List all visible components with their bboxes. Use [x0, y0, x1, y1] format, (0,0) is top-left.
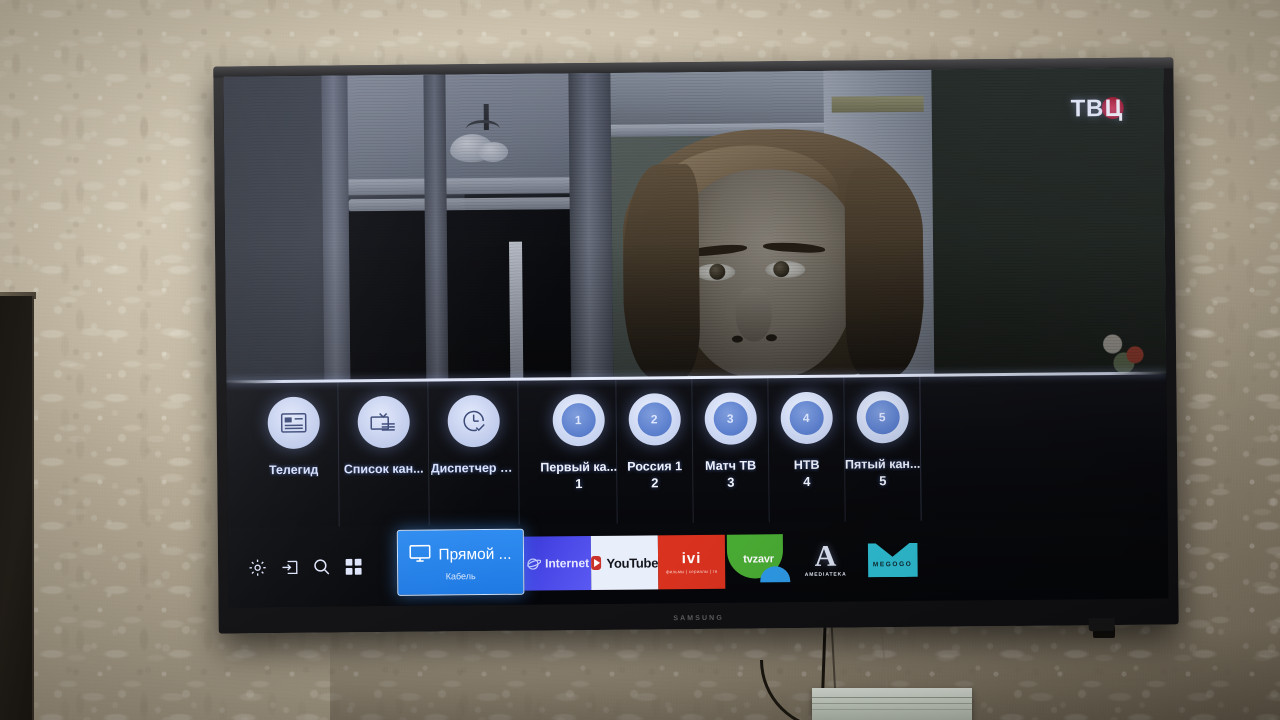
tv-brand-logo: SAMSUNG: [673, 614, 724, 623]
app-tile-ivi[interactable]: ivi фильмы | сериалы | тв: [657, 534, 726, 590]
menu-left-gap: [226, 383, 249, 527]
smart-hub-app-bar: Прямой ... Кабель Internet YouTube ivi ф…: [227, 518, 1169, 608]
megogo-logo-mark: MEGOGO: [867, 543, 917, 577]
video-scanlines: [223, 67, 1167, 383]
channel-name: Пятый кан...: [844, 456, 921, 472]
app-tile-label: AMEDIATEKA: [804, 571, 847, 578]
television: SAMSUNG ТВ Ц Телегид Список кан... Диспе…: [213, 57, 1179, 634]
channel-name: Первый ка...: [540, 459, 618, 475]
channel-badge-icon: 5: [855, 390, 909, 444]
app-tile-label: tvzavr: [743, 553, 774, 566]
tv-screen: ТВ Ц Телегид Список кан... Диспетчер ра.…: [223, 67, 1169, 608]
tv-monitor-icon: [409, 544, 431, 567]
app-tile-list: Прямой ... Кабель Internet YouTube ivi ф…: [396, 521, 927, 606]
app-tile-label: Internet: [545, 556, 590, 571]
channel-badge-number: 5: [865, 400, 900, 435]
channel-tile-5[interactable]: 5 Пятый кан... 5: [844, 376, 922, 522]
globe-icon: [526, 556, 542, 571]
channel-number: 3: [727, 474, 735, 490]
app-tile-subtitle: Кабель: [445, 570, 476, 581]
app-tile-internet[interactable]: Internet: [523, 536, 592, 591]
channel-badge-number: 2: [637, 402, 672, 437]
tv-stand-foot: [1088, 617, 1115, 632]
channel-badge-number: 4: [789, 400, 824, 436]
channel-tile-4[interactable]: 4 НТВ 4: [768, 377, 846, 523]
channel-tile-1[interactable]: 1 Первый ка... 1: [540, 379, 618, 525]
youtube-play-icon: [591, 555, 602, 571]
app-tile-title: Прямой ...: [438, 545, 512, 564]
channel-badge-icon: 2: [627, 393, 681, 446]
channel-tile-2[interactable]: 2 Россия 1 2: [616, 379, 694, 524]
selection-caret-icon: [454, 594, 467, 596]
channel-badge-icon: 4: [779, 391, 833, 445]
channel-name: НТВ: [793, 457, 820, 473]
app-tile-live-tv-selected[interactable]: Прямой ... Кабель: [396, 528, 525, 596]
app-tile-tvzavr[interactable]: tvzavr: [725, 534, 793, 589]
channel-badge-icon: 3: [703, 392, 757, 445]
ivi-logo-mark: ivi: [681, 549, 702, 567]
search-icon[interactable]: [312, 557, 331, 576]
channel-logo-tv: ТВ: [1070, 95, 1104, 123]
menu-item-channel-list[interactable]: Список кан...: [338, 381, 430, 527]
menu-item-label: Список кан...: [343, 461, 424, 477]
channel-name: Россия 1: [627, 459, 683, 474]
menu-item-label: Телегид: [268, 462, 319, 478]
channel-number: 2: [651, 475, 659, 491]
app-tile-label: YouTube: [606, 554, 659, 571]
menu-mid-gap: [518, 380, 541, 524]
channel-badge-number: 1: [561, 402, 596, 438]
channel-number: 4: [803, 473, 811, 489]
app-tile-amediateka[interactable]: A AMEDIATEKA: [792, 533, 860, 588]
system-icon-group: [248, 557, 363, 577]
menu-item-schedule-manager[interactable]: Диспетчер ра...: [428, 380, 520, 526]
channel-watermark-logo: ТВ Ц: [1071, 95, 1124, 124]
guide-icon: [266, 396, 320, 450]
settings-icon[interactable]: [248, 558, 267, 577]
app-tile-megogo[interactable]: MEGOGO: [859, 533, 927, 588]
smart-hub-shortcut-row: Телегид Список кан... Диспетчер ра... 1 …: [226, 374, 1168, 528]
schedule-manager-icon: [446, 394, 500, 448]
app-tile-youtube[interactable]: YouTube: [590, 535, 659, 591]
live-video-feed: ТВ Ц: [223, 67, 1167, 383]
channel-tile-3[interactable]: 3 Матч ТВ 3: [692, 378, 770, 524]
channel-logo-ts: Ц: [1104, 94, 1123, 123]
menu-item-telegid[interactable]: Телегид: [248, 382, 340, 528]
channel-name: Матч ТВ: [705, 458, 757, 473]
menu-item-label: Диспетчер ра...: [430, 460, 517, 476]
source-input-icon[interactable]: [280, 557, 299, 576]
channel-badge-icon: 1: [551, 393, 605, 447]
apps-grid-icon[interactable]: [344, 557, 363, 576]
channel-badge-number: 3: [713, 401, 748, 436]
channel-number: 5: [879, 473, 887, 489]
channel-list-icon: [356, 395, 410, 449]
ivi-tagline: фильмы | сериалы | тв: [665, 568, 718, 574]
app-tile-label: MEGOGO: [872, 560, 913, 568]
channel-number: 1: [575, 476, 583, 492]
amediateka-logo-mark: A: [814, 539, 837, 574]
